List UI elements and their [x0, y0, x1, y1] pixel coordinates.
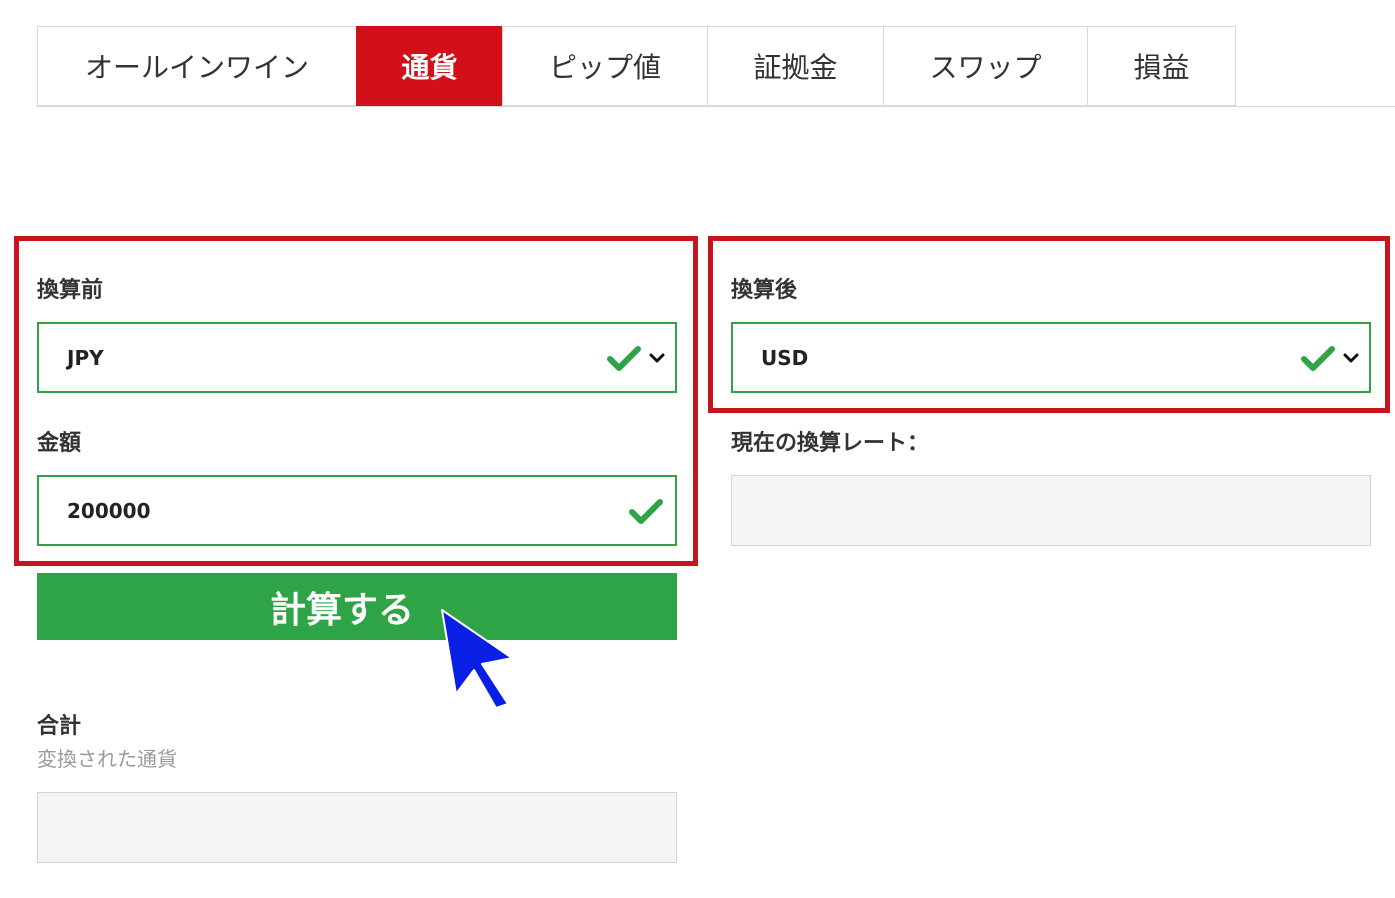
exchange-rate-output [731, 475, 1371, 546]
tab-pip-value[interactable]: ピップ値 [502, 26, 707, 106]
check-icon [607, 345, 641, 371]
to-currency-value: USD [761, 345, 809, 370]
chevron-down-icon [1343, 353, 1359, 362]
calculate-button[interactable]: 計算する [37, 573, 677, 640]
amount-input[interactable]: 200000 [37, 475, 677, 546]
tab-all-in-one[interactable]: オールインワイン [37, 26, 356, 106]
tab-margin[interactable]: 証拠金 [707, 26, 883, 106]
to-currency-select[interactable]: USD [731, 322, 1371, 393]
tab-swap[interactable]: スワップ [883, 26, 1087, 106]
check-icon [629, 498, 663, 524]
exchange-rate-label: 現在の換算レート： [731, 431, 930, 456]
tab-currency[interactable]: 通貨 [356, 26, 502, 106]
amount-value: 200000 [67, 498, 151, 523]
amount-label: 金額 [37, 431, 82, 456]
total-sublabel: 変換された通貨 [37, 747, 177, 771]
from-currency-label: 換算前 [37, 278, 104, 303]
tab-profit-loss[interactable]: 損益 [1087, 26, 1236, 106]
check-icon [1301, 345, 1335, 371]
chevron-down-icon [649, 353, 665, 362]
total-output [37, 792, 677, 863]
from-currency-select[interactable]: JPY [37, 322, 677, 393]
to-currency-label: 換算後 [731, 278, 798, 303]
calculator-tabs: オールインワイン 通貨 ピップ値 証拠金 スワップ 損益 [37, 26, 1395, 107]
from-currency-value: JPY [67, 345, 104, 370]
total-label: 合計 [37, 714, 82, 739]
